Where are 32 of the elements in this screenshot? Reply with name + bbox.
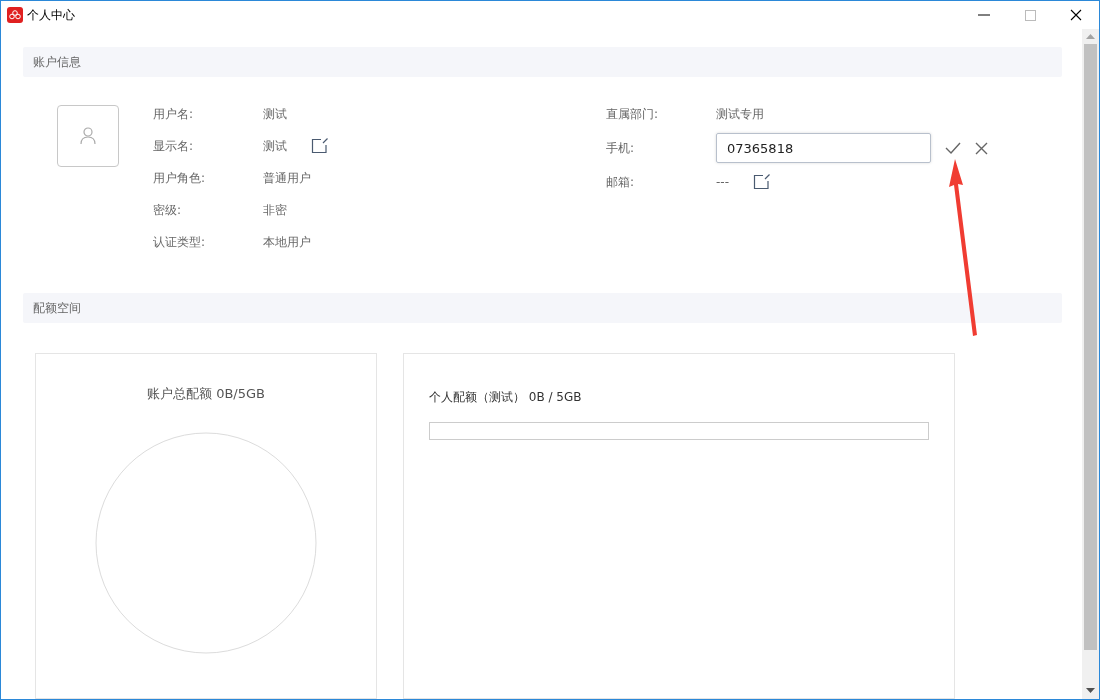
check-icon[interactable]	[945, 142, 961, 154]
scrollbar[interactable]	[1082, 29, 1099, 699]
total-quota-label: 账户总配额 0B/5GB	[147, 385, 265, 403]
scroll-down-icon[interactable]	[1086, 688, 1095, 693]
field-value: 测试专用	[716, 106, 764, 123]
close-icon[interactable]	[975, 141, 988, 155]
edit-icon[interactable]	[753, 174, 771, 190]
phone-input[interactable]: 07365818	[716, 133, 931, 163]
field-label: 密级:	[153, 202, 183, 219]
field-label: 直属部门:	[606, 106, 660, 123]
user-icon	[80, 127, 96, 145]
section-header: 配额空间	[23, 293, 1062, 323]
personal-quota-label: 个人配额（测试） 0B / 5GB	[429, 390, 582, 404]
edit-icon[interactable]	[311, 138, 329, 154]
maximize-icon	[1024, 9, 1036, 21]
minimize-icon	[978, 14, 990, 16]
field-label: 认证类型:	[153, 234, 207, 251]
field-value: 本地用户	[263, 234, 311, 251]
field-value: 非密	[263, 202, 287, 219]
field-label: 用户名:	[153, 106, 195, 123]
field-value: 测试	[263, 138, 287, 155]
field-label: 用户角色:	[153, 170, 207, 187]
window-title: 个人中心	[27, 7, 75, 24]
field-value: ---	[716, 174, 729, 191]
field-value: 普通用户	[263, 170, 311, 187]
close-icon	[1070, 9, 1082, 21]
app-logo-icon	[7, 7, 23, 23]
field-value: 测试	[263, 106, 287, 123]
section-header: 账户信息	[23, 47, 1062, 77]
field-label: 手机:	[606, 140, 636, 157]
field-label: 邮箱:	[606, 174, 636, 191]
field-label: 显示名:	[153, 138, 195, 155]
